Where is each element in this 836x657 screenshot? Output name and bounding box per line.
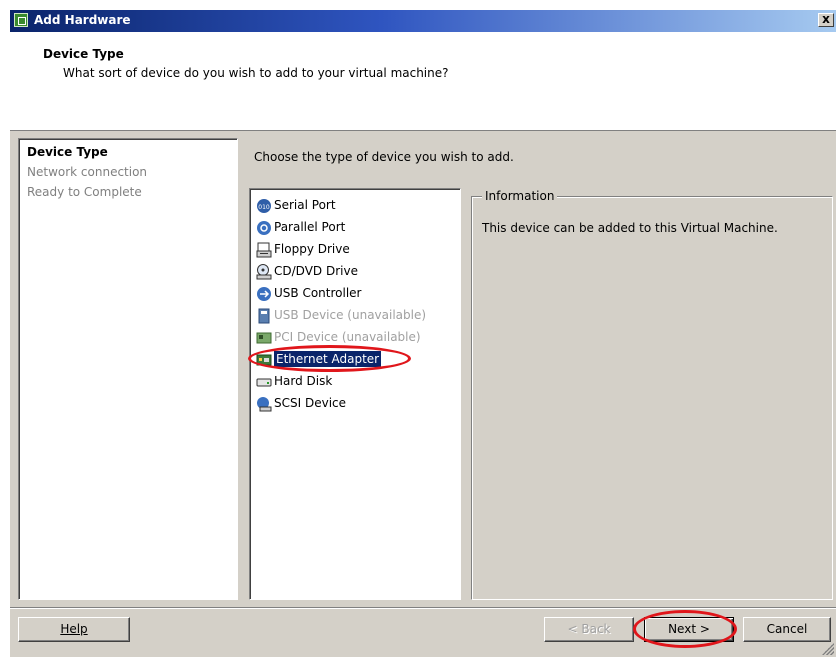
list-item-scsi-device[interactable]: SCSI Device — [256, 393, 346, 413]
add-hardware-dialog: Add Hardware x Device Type What sort of … — [10, 10, 836, 657]
usb-device-icon — [256, 308, 272, 324]
resize-grip-icon[interactable] — [822, 643, 834, 655]
parallel-port-icon — [256, 220, 272, 236]
information-text: This device can be added to this Virtual… — [482, 221, 778, 235]
hard-disk-icon — [256, 374, 272, 390]
step-ready-to-complete: Ready to Complete — [27, 185, 142, 199]
wizard-header: Device Type What sort of device do you w… — [10, 32, 836, 131]
pci-device-icon — [256, 330, 272, 346]
page-subtitle: What sort of device do you wish to add t… — [63, 66, 449, 80]
close-button[interactable]: x — [818, 13, 834, 27]
list-item-serial-port[interactable]: 010 Serial Port — [256, 195, 336, 215]
list-item-parallel-port[interactable]: Parallel Port — [256, 217, 345, 237]
svg-text:010: 010 — [258, 204, 270, 211]
help-button[interactable]: Help — [18, 617, 130, 642]
step-device-type[interactable]: Device Type — [27, 145, 108, 159]
list-item-floppy-drive[interactable]: Floppy Drive — [256, 239, 350, 259]
list-item-hard-disk[interactable]: Hard Disk — [256, 371, 332, 391]
floppy-drive-icon — [256, 242, 272, 258]
device-type-list[interactable]: 010 Serial Port Parallel Port Floppy Dri… — [248, 188, 461, 600]
information-group: Information This device can be added to … — [471, 189, 833, 600]
list-item-usb-device[interactable]: USB Device (unavailable) — [256, 305, 426, 325]
wizard-steps-panel: Device Type Network connection Ready to … — [18, 138, 238, 600]
ethernet-adapter-icon — [256, 352, 272, 368]
list-item-pci-device[interactable]: PCI Device (unavailable) — [256, 327, 421, 347]
page-title: Device Type — [43, 47, 124, 61]
next-button[interactable]: Next > — [633, 610, 737, 648]
vm-hardware-icon — [14, 13, 28, 27]
serial-port-icon: 010 — [256, 198, 272, 214]
list-item-ethernet-adapter[interactable]: Ethernet Adapter — [248, 345, 411, 372]
window-title: Add Hardware — [34, 13, 131, 27]
button-separator — [10, 607, 836, 609]
list-item-usb-controller[interactable]: USB Controller — [256, 283, 361, 303]
title-bar[interactable]: Add Hardware x — [10, 10, 836, 32]
usb-controller-icon — [256, 286, 272, 302]
cd-dvd-drive-icon — [256, 263, 272, 280]
information-legend: Information — [482, 189, 558, 203]
back-button[interactable]: < Back — [544, 617, 634, 642]
step-network-connection: Network connection — [27, 165, 148, 179]
close-icon: x — [822, 12, 830, 26]
scsi-device-icon — [256, 396, 272, 412]
device-prompt: Choose the type of device you wish to ad… — [254, 150, 514, 164]
cancel-button[interactable]: Cancel — [743, 617, 831, 642]
list-item-cd-dvd-drive[interactable]: CD/DVD Drive — [256, 261, 358, 281]
